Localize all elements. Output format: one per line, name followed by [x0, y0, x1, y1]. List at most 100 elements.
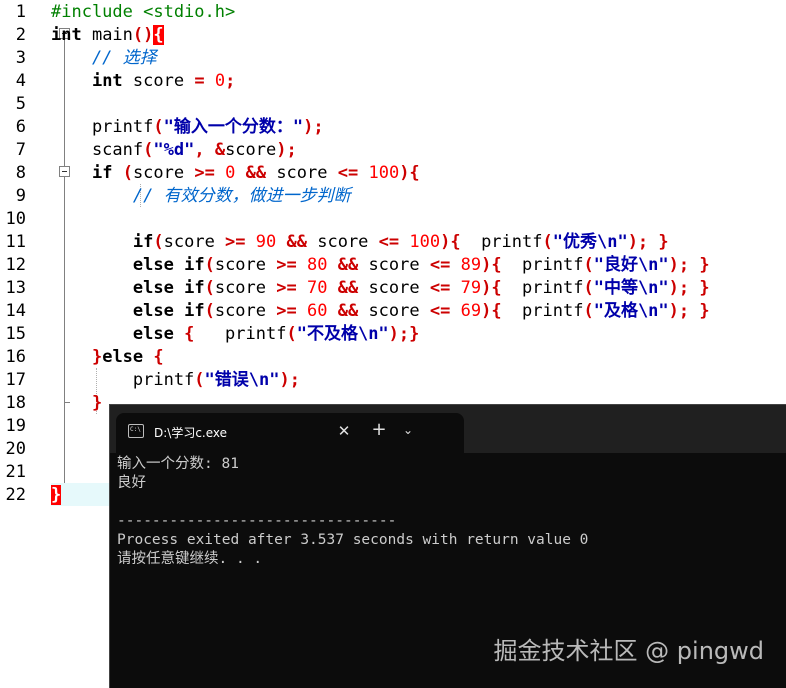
- code-line[interactable]: if (score >= 0 && score <= 100){: [51, 162, 420, 185]
- code-line[interactable]: }else {: [51, 346, 164, 369]
- code-token: score: [358, 301, 430, 321]
- line-number: 16: [5, 347, 26, 367]
- code-token: ){: [481, 278, 502, 298]
- code-token: 0: [214, 71, 226, 91]
- chevron-down-icon[interactable]: ⌄: [398, 419, 418, 441]
- console-titlebar[interactable]: D:\学习c.exe ✕ + ⌄: [110, 405, 786, 453]
- console-output-line: Process exited after 3.537 seconds with …: [117, 532, 589, 548]
- code-token: >=: [194, 163, 215, 183]
- line-number: 20: [5, 439, 26, 459]
- code-token: );: [303, 117, 324, 137]
- code-token: if: [184, 255, 205, 275]
- code-token: ){: [481, 255, 502, 275]
- console-output-line: 请按任意键继续. . .: [117, 551, 263, 567]
- code-token: score: [132, 163, 195, 183]
- code-token: else: [132, 255, 174, 275]
- code-token: "输入一个分数：": [163, 117, 304, 137]
- code-token: score: [122, 71, 195, 91]
- code-line[interactable]: else if(score >= 60 && score <= 69){ pri…: [51, 300, 710, 323]
- terminal-icon: [128, 424, 144, 438]
- line-number: 13: [5, 278, 26, 298]
- code-line[interactable]: scanf("%d", &score);: [51, 139, 297, 162]
- code-line[interactable]: else if(score >= 80 && score <= 89){ pri…: [51, 254, 710, 277]
- code-token: 60: [306, 301, 328, 321]
- code-line[interactable]: else { printf("不及格\n");}: [51, 323, 420, 346]
- code-line[interactable]: // 选择: [51, 47, 157, 70]
- new-tab-icon[interactable]: +: [368, 419, 390, 441]
- line-number: 9: [15, 186, 26, 206]
- line-number: 6: [15, 117, 26, 137]
- code-token: score: [214, 278, 277, 298]
- code-token: (: [583, 255, 594, 275]
- line-number: 5: [15, 94, 26, 114]
- console-output-line: 良好: [117, 475, 146, 491]
- code-token: if: [184, 278, 205, 298]
- code-token: {: [153, 25, 164, 45]
- console-output-line: 输入一个分数: 81: [117, 456, 239, 472]
- line-number: 11: [5, 232, 26, 252]
- code-line[interactable]: // 有效分数，做进一步判断: [51, 185, 351, 208]
- code-token: &&: [337, 301, 359, 321]
- code-token: (: [286, 324, 297, 344]
- code-token: 89: [460, 255, 482, 275]
- code-token: (: [204, 255, 215, 275]
- close-icon[interactable]: ✕: [332, 420, 356, 442]
- code-token: >=: [276, 301, 297, 321]
- code-token: (: [583, 278, 594, 298]
- console-tab-title: D:\学习c.exe: [154, 426, 228, 440]
- code-line[interactable]: #include <stdio.h>: [51, 1, 235, 24]
- code-line[interactable]: }: [51, 392, 102, 415]
- code-token: printf: [194, 324, 287, 344]
- code-token: printf: [51, 370, 195, 390]
- code-line[interactable]: printf("错误\n");: [51, 369, 300, 392]
- console-window[interactable]: D:\学习c.exe ✕ + ⌄ 输入一个分数: 81 良好 -----------…: [109, 404, 786, 688]
- code-token: &&: [286, 232, 307, 252]
- code-line[interactable]: if(score >= 90 && score <= 100){ printf(…: [51, 231, 669, 254]
- watermark: 掘金技术社区 @ pingwd: [493, 637, 764, 665]
- code-token: }: [51, 485, 62, 505]
- code-token: 100: [368, 163, 400, 183]
- code-line[interactable]: printf("输入一个分数：");: [51, 116, 324, 139]
- code-token: scanf: [51, 140, 144, 160]
- code-token: 70: [306, 278, 328, 298]
- code-token: #include <stdio.h>: [51, 2, 236, 22]
- code-token: if: [132, 232, 154, 252]
- code-token: // 选择: [51, 48, 157, 68]
- code-token: "中等\n": [593, 278, 669, 298]
- code-token: printf: [501, 278, 584, 298]
- code-line[interactable]: int score = 0;: [51, 70, 235, 93]
- line-number: 8: [15, 163, 26, 183]
- code-token: int: [51, 25, 82, 45]
- code-token: &: [214, 140, 226, 160]
- line-number: 4: [15, 71, 26, 91]
- line-number: 12: [5, 255, 26, 275]
- code-token: printf: [51, 117, 154, 137]
- code-line[interactable]: }: [51, 484, 62, 507]
- code-token: <=: [429, 301, 451, 321]
- code-token: ){: [440, 232, 461, 252]
- code-token: 79: [460, 278, 482, 298]
- code-token: >=: [276, 255, 297, 275]
- code-token: (: [583, 301, 594, 321]
- code-token: "及格\n": [593, 301, 669, 321]
- line-number: 22: [5, 485, 26, 505]
- code-line[interactable]: int main(){: [51, 24, 164, 47]
- code-token: if: [91, 163, 113, 183]
- code-token: (: [204, 278, 215, 298]
- code-token: );: [276, 140, 297, 160]
- code-token: <=: [337, 163, 359, 183]
- code-line[interactable]: else if(score >= 70 && score <= 79){ pri…: [51, 277, 710, 300]
- code-token: );: [279, 370, 300, 390]
- code-token: >=: [225, 232, 246, 252]
- code-token: 69: [460, 301, 482, 321]
